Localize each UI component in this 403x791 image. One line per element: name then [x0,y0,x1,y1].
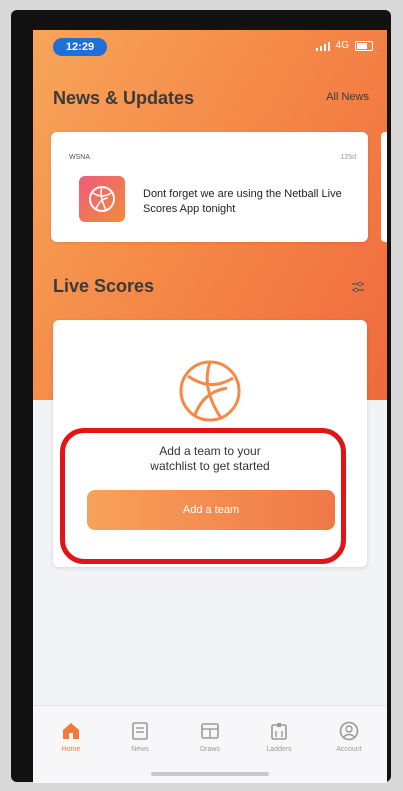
netball-icon [179,360,241,422]
tab-account-label: Account [336,746,362,753]
account-icon [338,720,360,742]
news-section-title: News & Updates [53,88,195,108]
next-news-card-peek[interactable] [381,132,387,242]
app-screen: 12:29 4G News & Updates All News WSNA 12… [33,30,387,783]
tab-ladders-label: Ladders [266,746,292,753]
news-headline: Dont forget we are using the Netball Liv… [143,188,342,215]
draws-icon [199,720,221,742]
all-news-link[interactable]: All News [326,91,369,103]
tab-home[interactable]: Home [41,720,101,753]
home-indicator[interactable] [151,772,269,776]
status-time: 12:29 [53,38,107,56]
news-org: WSNA [69,154,90,161]
live-scores-title: Live Scores [53,276,155,296]
netball-thumbnail-icon [79,176,125,222]
network-label: 4G [335,40,349,51]
tab-account[interactable]: Account [319,720,379,753]
home-icon [60,720,82,742]
news-card[interactable]: WSNA 125d Dont forget we are using the N… [51,132,368,242]
tab-news[interactable]: News [110,720,170,753]
ladders-icon [268,720,290,742]
filter-icon[interactable] [351,280,365,294]
phone-device: 12:29 4G News & Updates All News WSNA 12… [11,10,391,783]
signal-icon [315,41,330,51]
tab-home-label: Home [61,746,81,753]
highlight-annotation [60,428,346,564]
battery-icon [355,40,373,51]
news-age: 125d [340,154,356,161]
tab-news-label: News [131,746,149,753]
status-indicators: 4G [315,40,373,51]
tab-draws-label: Draws [200,746,220,753]
tab-draws[interactable]: Draws [180,720,240,753]
tab-ladders[interactable]: Ladders [249,720,309,753]
news-icon [129,720,151,742]
